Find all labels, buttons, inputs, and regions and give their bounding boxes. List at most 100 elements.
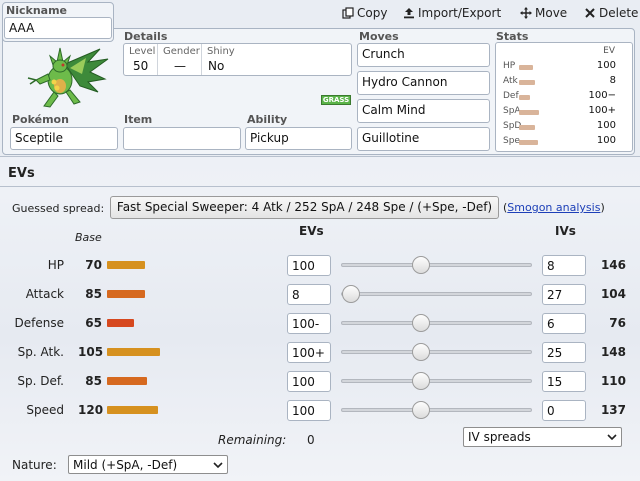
ev-row-total: 104	[600, 287, 626, 301]
pokemon-sprite	[10, 44, 118, 112]
gender-value: —	[174, 59, 186, 73]
stats-row-bar	[519, 95, 530, 100]
delete-button[interactable]: Delete	[584, 6, 638, 20]
pokemon-field[interactable]: Sceptile	[10, 127, 118, 150]
ev-row-base-value: 105	[78, 345, 104, 359]
stats-row-ev: 100	[596, 60, 616, 71]
remaining-value: 0	[307, 433, 315, 447]
ev-row-slider-thumb[interactable]	[342, 285, 360, 303]
ev-row-ev-input[interactable]: 100	[287, 371, 331, 392]
ev-row-slider-thumb[interactable]	[412, 401, 430, 419]
copy-button[interactable]: Copy	[342, 6, 387, 20]
guessed-spread-button[interactable]: Fast Special Sweeper: 4 Atk / 252 SpA / …	[110, 196, 499, 219]
stats-row-bar	[519, 80, 535, 85]
stats-row-ev: 100	[596, 120, 616, 131]
stats-row: Def 100−	[496, 89, 632, 104]
ev-section-header	[0, 161, 640, 187]
ev-row-ev-input[interactable]: 100-	[287, 313, 331, 334]
nature-select[interactable]: Mild (+SpA, -Def)	[68, 455, 228, 474]
stats-row-bar	[519, 140, 538, 145]
ivs-header: IVs	[555, 224, 576, 238]
ev-row-total: 146	[600, 258, 626, 272]
level-value: 50	[133, 59, 149, 73]
stats-row-name: HP	[503, 61, 516, 71]
ev-row-ev-input[interactable]: 100	[287, 255, 331, 276]
stats-row-ev: 100−	[588, 90, 616, 101]
stats-row: SpA 100+	[496, 104, 632, 119]
ev-row-ev-input[interactable]: 8	[287, 284, 331, 305]
move-3-field[interactable]: Calm Mind	[357, 99, 490, 123]
ev-row-slider-thumb[interactable]	[412, 314, 430, 332]
ev-row-slider-track[interactable]	[341, 321, 532, 325]
stats-row-ev: 100+	[588, 105, 616, 116]
nickname-field[interactable]: AAA	[4, 17, 112, 39]
remaining-label: Remaining:	[218, 433, 287, 447]
level-column: Level 50	[124, 44, 158, 75]
nature-label: Nature:	[12, 458, 57, 472]
import-export-button[interactable]: Import/Export	[403, 6, 501, 20]
ev-row-total: 76	[609, 316, 626, 330]
guessed-spread-label: Guessed spread:	[12, 202, 105, 215]
stats-box[interactable]: EV HP 100 Atk 8 Def 100− SpA 100+ SpD 100 Spe 100	[495, 42, 633, 152]
stats-row-bar	[519, 65, 533, 70]
stats-row: Spe 100	[496, 134, 632, 149]
ev-row-stat-label: Speed	[26, 403, 64, 417]
move-4-field[interactable]: Guillotine	[357, 127, 490, 151]
evs-header: EVs	[299, 224, 324, 238]
item-label: Item	[124, 113, 153, 126]
ev-row-iv-input[interactable]: 6	[542, 313, 586, 334]
move-2-field[interactable]: Hydro Cannon	[357, 71, 490, 95]
ev-row-slider-track[interactable]	[341, 379, 532, 383]
pokemon-label: Pokémon	[12, 113, 69, 126]
ev-row-iv-input[interactable]: 8	[542, 255, 586, 276]
ev-row-slider-thumb[interactable]	[412, 343, 430, 361]
ev-row-base-bar	[107, 348, 160, 356]
ev-row-base-bar	[107, 261, 145, 269]
ev-row-stat-label: HP	[47, 258, 64, 272]
ev-row-slider-track[interactable]	[341, 263, 532, 267]
ev-row-slider-thumb[interactable]	[412, 372, 430, 390]
item-field[interactable]	[123, 127, 241, 150]
ev-row-slider-track[interactable]	[341, 292, 532, 296]
chevron-down-icon	[607, 434, 617, 441]
ev-row-iv-input[interactable]: 27	[542, 284, 586, 305]
stats-ev-header: EV	[603, 46, 615, 56]
stats-row: HP 100	[496, 59, 632, 74]
moves-label: Moves	[359, 30, 399, 43]
sceptile-sprite-icon	[27, 47, 109, 108]
nature-value: Mild (+SpA, -Def)	[73, 458, 178, 472]
ev-row-iv-input[interactable]: 15	[542, 371, 586, 392]
ev-row-total: 110	[600, 374, 626, 388]
ev-section-title: EVs	[8, 166, 35, 181]
ev-row-ev-input[interactable]: 100	[287, 400, 331, 421]
chevron-down-icon	[213, 462, 223, 469]
move-button[interactable]: Move	[520, 6, 567, 20]
ev-row-slider-track[interactable]	[341, 350, 532, 354]
iv-spreads-value: IV spreads	[468, 430, 531, 444]
stats-row-bar	[519, 110, 539, 115]
ev-row-stat-label: Defense	[14, 316, 64, 330]
ev-row-base-value: 65	[85, 316, 102, 330]
ev-row-base-value: 85	[85, 374, 102, 388]
base-header: Base	[75, 231, 102, 244]
ev-row-total: 148	[600, 345, 626, 359]
shiny-value: No	[208, 59, 225, 73]
ability-field[interactable]: Pickup	[245, 127, 352, 150]
shiny-column: Shiny No	[202, 44, 262, 75]
ability-label: Ability	[247, 113, 288, 126]
gender-label: Gender	[163, 46, 200, 57]
ev-row-base-bar	[107, 290, 145, 298]
ev-row-slider-thumb[interactable]	[412, 256, 430, 274]
ev-row-iv-input[interactable]: 25	[542, 342, 586, 363]
ev-row-iv-input[interactable]: 0	[542, 400, 586, 421]
move-1-field[interactable]: Crunch	[357, 43, 490, 67]
ev-row-base-bar	[107, 406, 158, 414]
nickname-label: Nickname	[6, 4, 67, 17]
delete-icon	[585, 8, 595, 18]
ev-row-ev-input[interactable]: 100+	[287, 342, 331, 363]
iv-spreads-select[interactable]: IV spreads	[463, 427, 622, 447]
details-box[interactable]: Level 50 Gender — Shiny No	[123, 43, 352, 76]
ev-row-slider-track[interactable]	[341, 408, 532, 412]
ev-row-base-bar	[107, 319, 134, 327]
smogon-analysis-link[interactable]: Smogon analysis	[507, 201, 600, 214]
